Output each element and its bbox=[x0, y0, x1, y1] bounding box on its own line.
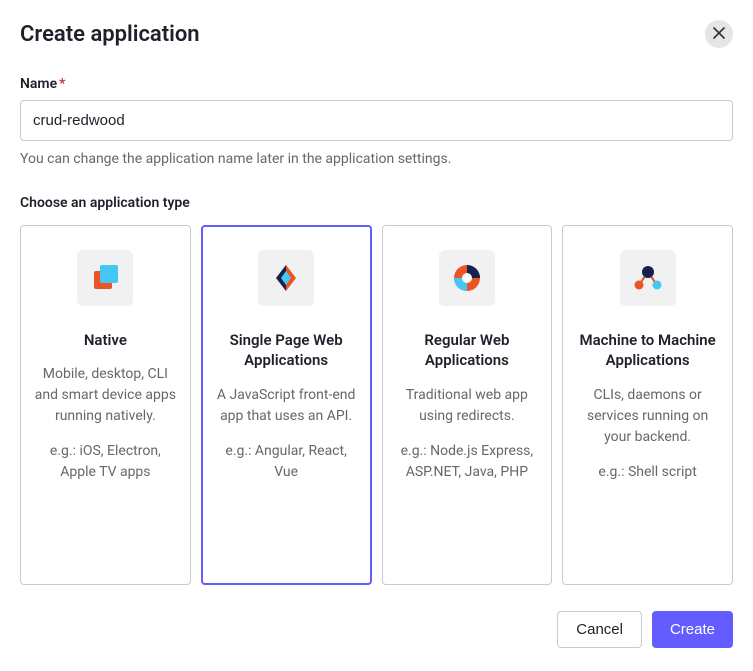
app-type-grid: Native Mobile, desktop, CLI and smart de… bbox=[20, 225, 733, 585]
card-description: Mobile, desktop, CLI and smart device ap… bbox=[33, 364, 178, 427]
app-type-label: Choose an application type bbox=[20, 195, 733, 211]
close-button[interactable] bbox=[705, 20, 733, 48]
create-button[interactable]: Create bbox=[652, 611, 733, 648]
native-icon bbox=[77, 250, 133, 306]
card-title: Machine to Machine Applications bbox=[575, 330, 720, 371]
card-example: e.g.: Shell script bbox=[575, 462, 720, 483]
required-asterisk: * bbox=[59, 76, 65, 92]
modal-title: Create application bbox=[20, 22, 200, 47]
name-input[interactable] bbox=[20, 100, 733, 141]
app-type-card-regular[interactable]: Regular Web Applications Traditional web… bbox=[382, 225, 553, 585]
card-description: Traditional web app using redirects. bbox=[395, 385, 540, 427]
close-icon bbox=[713, 27, 725, 42]
name-label-text: Name bbox=[20, 76, 57, 92]
card-title: Native bbox=[33, 330, 178, 350]
app-type-card-spa[interactable]: Single Page Web Applications A JavaScrip… bbox=[201, 225, 372, 585]
card-example: e.g.: Angular, React, Vue bbox=[214, 441, 359, 483]
app-type-card-native[interactable]: Native Mobile, desktop, CLI and smart de… bbox=[20, 225, 191, 585]
cancel-button[interactable]: Cancel bbox=[557, 611, 642, 648]
name-helper-text: You can change the application name late… bbox=[20, 151, 733, 167]
app-type-card-m2m[interactable]: Machine to Machine Applications CLIs, da… bbox=[562, 225, 733, 585]
m2m-icon bbox=[620, 250, 676, 306]
card-example: e.g.: iOS, Electron, Apple TV apps bbox=[33, 441, 178, 483]
card-description: CLIs, daemons or services running on you… bbox=[575, 385, 720, 448]
card-description: A JavaScript front-end app that uses an … bbox=[214, 385, 359, 427]
modal-footer: Cancel Create bbox=[20, 611, 733, 648]
spa-icon bbox=[258, 250, 314, 306]
card-example: e.g.: Node.js Express, ASP.NET, Java, PH… bbox=[395, 441, 540, 483]
card-title: Regular Web Applications bbox=[395, 330, 540, 371]
card-title: Single Page Web Applications bbox=[214, 330, 359, 371]
regular-web-icon bbox=[439, 250, 495, 306]
name-label: Name* bbox=[20, 76, 733, 92]
